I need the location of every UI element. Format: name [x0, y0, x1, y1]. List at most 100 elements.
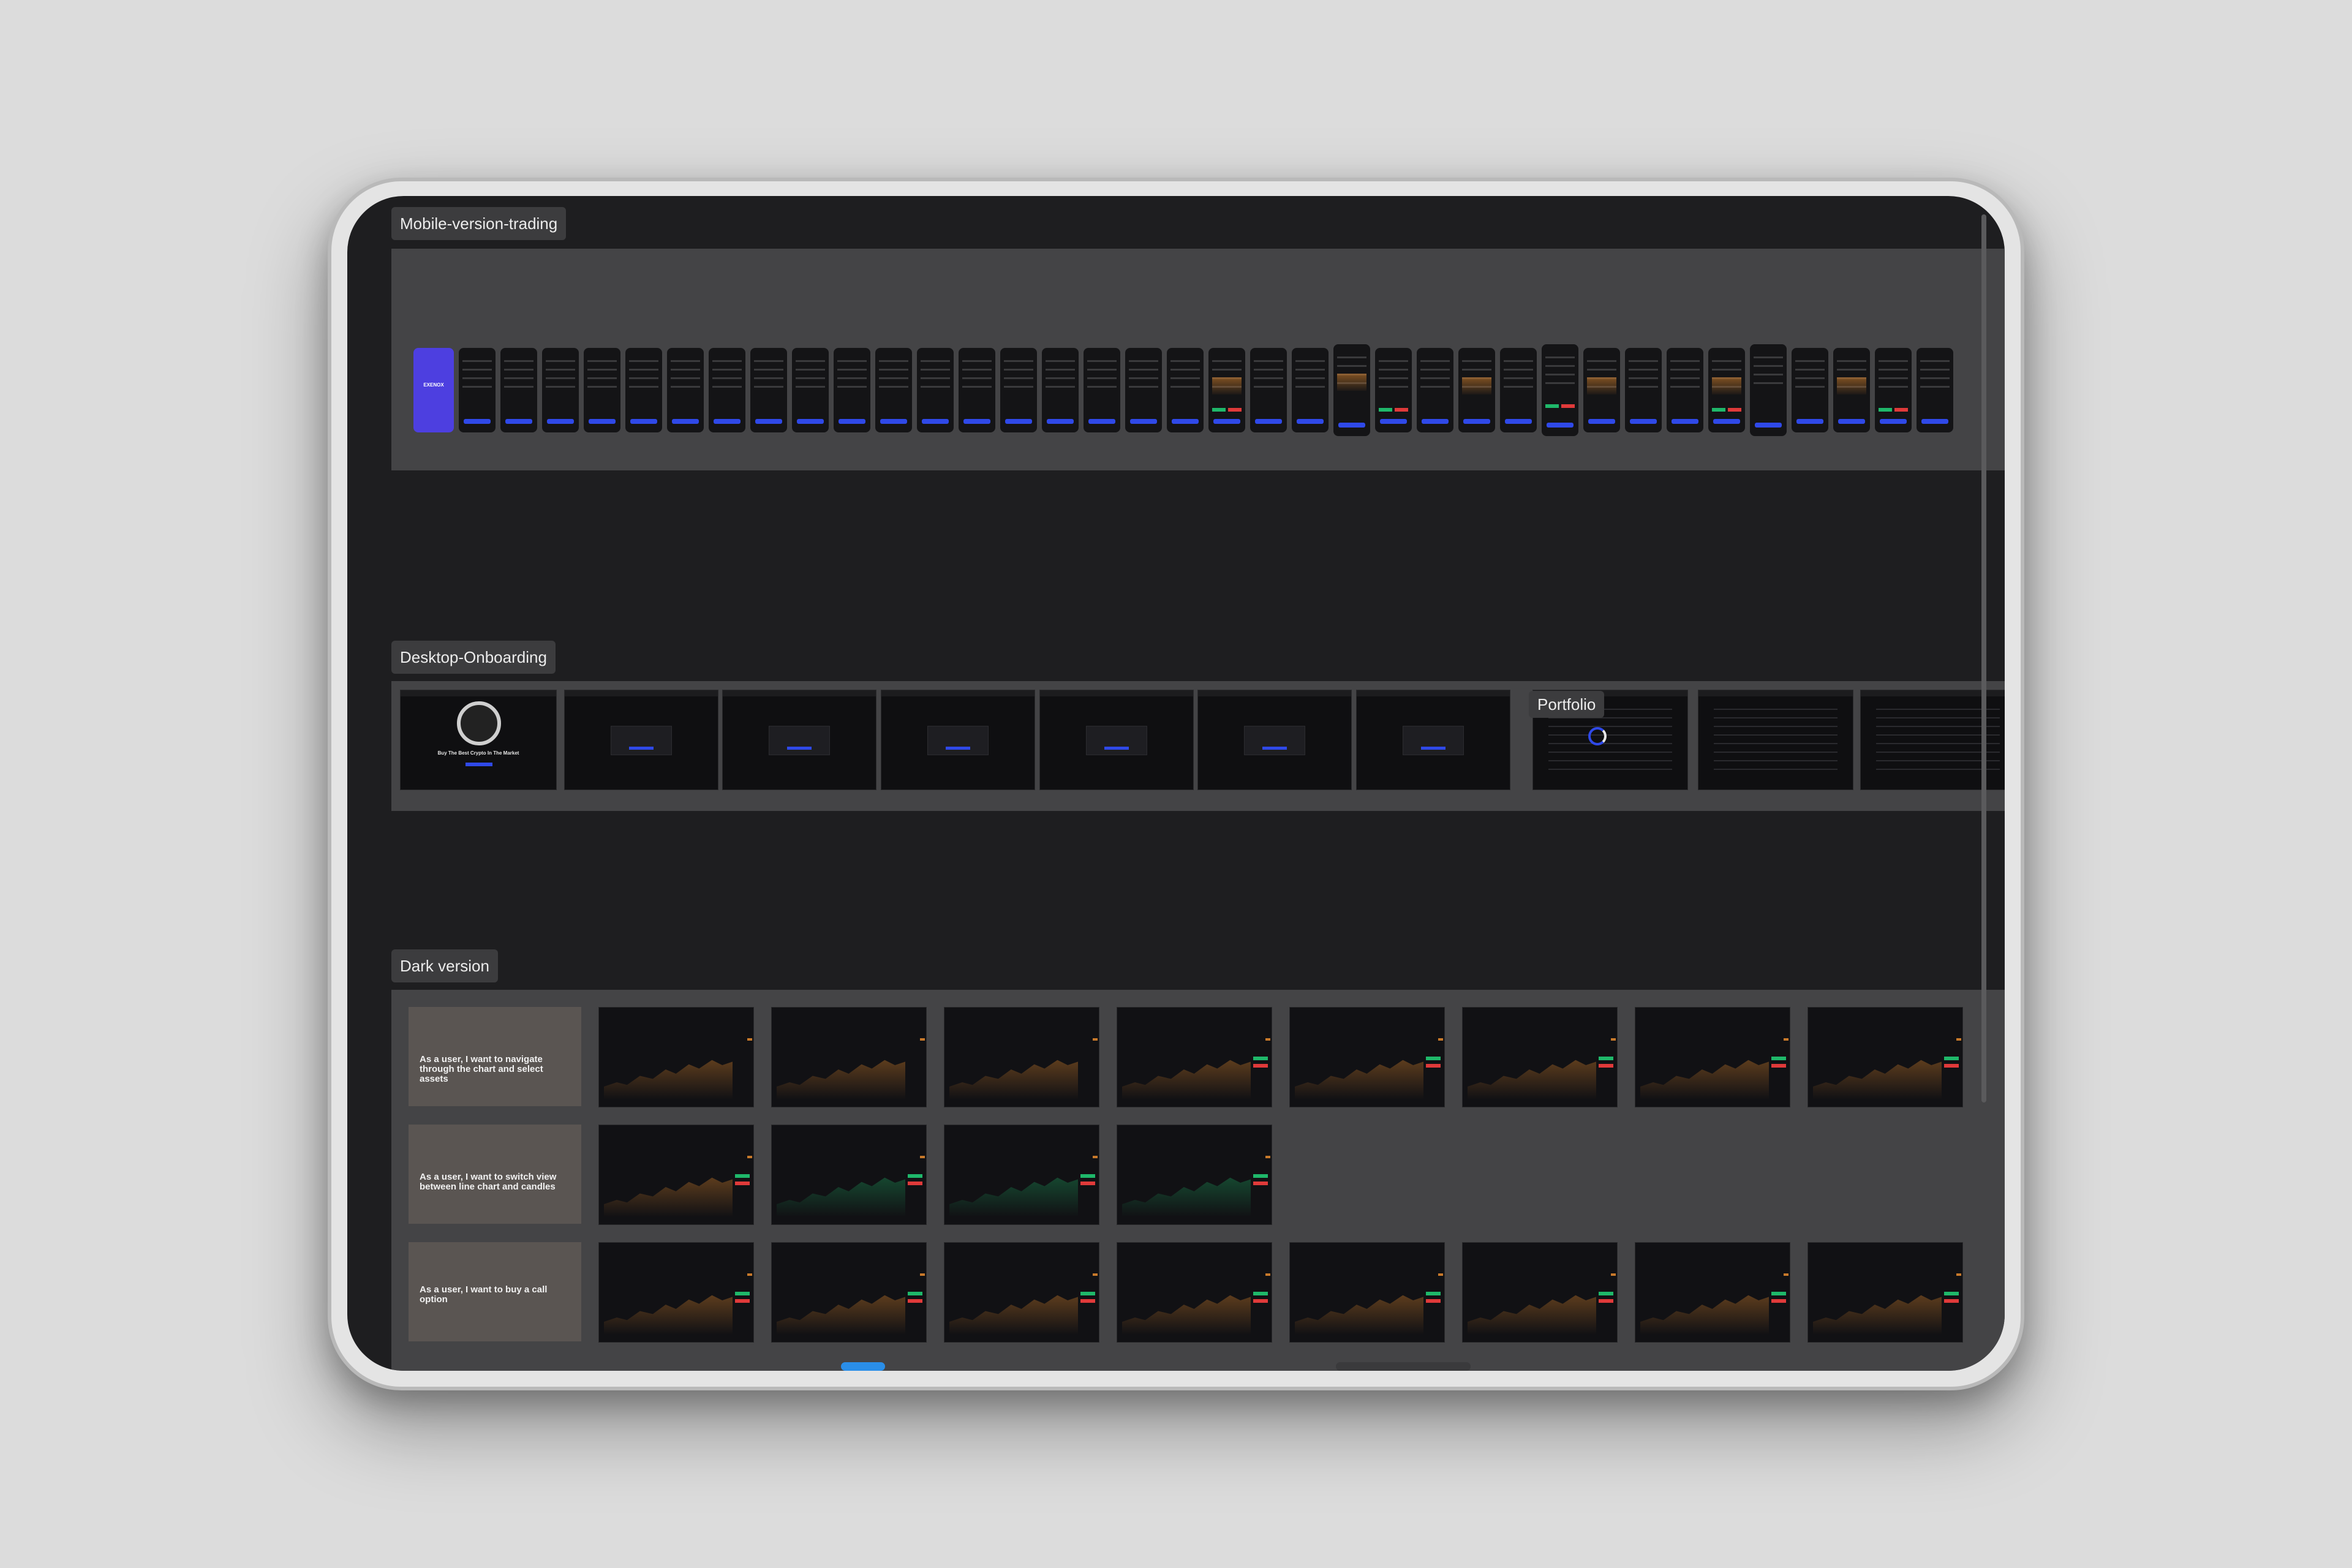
trading-chart-frame[interactable] [1635, 1007, 1790, 1107]
mobile-screen-thumbnail[interactable] [792, 348, 829, 432]
mobile-screen-thumbnail[interactable] [1833, 348, 1870, 432]
onboarding-step-frame[interactable] [722, 690, 876, 790]
mobile-screen-thumbnail[interactable] [1208, 348, 1245, 432]
chart-sell-button [1426, 1064, 1441, 1068]
thumbnail-line [1087, 386, 1117, 388]
mobile-screen-thumbnail[interactable] [750, 348, 787, 432]
trading-chart-frame[interactable] [598, 1007, 754, 1107]
mobile-screen-thumbnail[interactable] [1375, 348, 1412, 432]
onboarding-step-frame[interactable] [881, 690, 1035, 790]
mobile-screen-thumbnail[interactable] [1333, 344, 1370, 436]
trading-chart-frame[interactable] [598, 1125, 754, 1225]
section-label-mobile-version-trading[interactable]: Mobile-version-trading [391, 207, 567, 240]
mobile-screen-thumbnail[interactable] [1917, 348, 1953, 432]
onboarding-step-frame[interactable] [1356, 690, 1510, 790]
mobile-screen-thumbnail[interactable] [1250, 348, 1287, 432]
chart-buy-button [1426, 1292, 1441, 1295]
canvas-vertical-scrollbar[interactable] [1981, 214, 1986, 1102]
thumbnail-primary-button [547, 419, 574, 424]
onboarding-step-frame[interactable] [1197, 690, 1352, 790]
chart-sell-button [1771, 1064, 1786, 1068]
mobile-screen-thumbnail[interactable] [917, 348, 954, 432]
mobile-screen-thumbnail[interactable] [1625, 348, 1662, 432]
onboarding-step-frame[interactable] [1039, 690, 1194, 790]
design-canvas[interactable]: Mobile-version-trading EXENOX Desktop-On… [347, 196, 2005, 1371]
mobile-screen-thumbnail[interactable] [1458, 348, 1495, 432]
thumbnail-line [1295, 369, 1325, 371]
mobile-screen-thumbnail[interactable] [625, 348, 662, 432]
trading-chart-frame[interactable] [944, 1007, 1099, 1107]
portfolio-table-row [1714, 769, 1838, 770]
thumbnail-primary-button [1047, 419, 1074, 424]
trading-chart-frame[interactable] [1289, 1242, 1445, 1343]
onboarding-dialog [1244, 726, 1305, 755]
trading-chart-frame[interactable] [1807, 1242, 1963, 1343]
chart-sell-button [908, 1182, 922, 1185]
section-label-desktop-onboarding[interactable]: Desktop-Onboarding [391, 641, 556, 674]
mobile-screen-thumbnail[interactable] [542, 348, 579, 432]
trading-chart-frame[interactable] [771, 1007, 927, 1107]
frame-header [1198, 690, 1351, 696]
mobile-screen-thumbnail[interactable] [834, 348, 870, 432]
mobile-screen-thumbnail[interactable] [709, 348, 745, 432]
mobile-screen-thumbnail[interactable] [959, 348, 995, 432]
trading-chart-frame[interactable] [1117, 1007, 1272, 1107]
thumbnail-line [1462, 360, 1491, 362]
mobile-screen-thumbnail[interactable] [1500, 348, 1537, 432]
horizontal-scroll-thumb[interactable] [841, 1362, 885, 1371]
trading-chart-frame[interactable] [944, 1125, 1099, 1225]
trading-chart-frame[interactable] [1289, 1007, 1445, 1107]
mobile-screen-thumbnail[interactable] [1167, 348, 1204, 432]
thumbnail-primary-button [630, 419, 657, 424]
mobile-splash-screen[interactable]: EXENOX [413, 348, 454, 432]
mobile-screen-thumbnail[interactable] [1084, 348, 1120, 432]
mobile-screen-thumbnail[interactable] [1583, 348, 1620, 432]
thumbnail-line [629, 377, 658, 379]
thumbnail-primary-button [1422, 419, 1449, 424]
mobile-screen-thumbnail[interactable] [1000, 348, 1037, 432]
mobile-screen-thumbnail[interactable] [459, 348, 496, 432]
user-story-card[interactable]: As a user, I want to navigate through th… [409, 1007, 581, 1106]
trading-chart-frame[interactable] [1117, 1242, 1272, 1343]
user-story-card[interactable]: As a user, I want to buy a call option [409, 1242, 581, 1341]
mobile-screen-thumbnail[interactable] [667, 348, 704, 432]
mobile-screen-thumbnail[interactable] [875, 348, 912, 432]
mobile-screen-thumbnail[interactable] [1542, 344, 1578, 436]
trading-chart-frame[interactable] [1462, 1007, 1618, 1107]
onboarding-hero-frame[interactable]: Buy The Best Crypto In The Market [400, 690, 557, 790]
mobile-screen-thumbnail[interactable] [1125, 348, 1162, 432]
trading-chart-frame[interactable] [771, 1125, 927, 1225]
mobile-screen-thumbnail[interactable] [1292, 348, 1329, 432]
mobile-screen-thumbnail[interactable] [1708, 348, 1745, 432]
mobile-screen-thumbnail[interactable] [1792, 348, 1828, 432]
trading-chart-frame[interactable] [944, 1242, 1099, 1343]
chart-sell-button [1599, 1299, 1613, 1303]
mobile-screen-thumbnail[interactable] [500, 348, 537, 432]
thumbnail-chart [1212, 377, 1242, 394]
trading-chart-frame[interactable] [1462, 1242, 1618, 1343]
mobile-screen-thumbnail[interactable] [1750, 344, 1787, 436]
section-mobile-version-trading[interactable]: EXENOX [391, 249, 2005, 470]
user-story-card[interactable]: As a user, I want to switch view between… [409, 1125, 581, 1224]
trading-chart-frame[interactable] [771, 1242, 927, 1343]
mobile-screen-thumbnail[interactable] [1417, 348, 1453, 432]
chart-price-marker [1438, 1038, 1443, 1041]
mobile-screen-thumbnail[interactable] [1875, 348, 1912, 432]
onboarding-step-frame[interactable] [564, 690, 718, 790]
section-dark-version[interactable]: As a user, I want to navigate through th… [391, 990, 2005, 1371]
trading-chart-frame[interactable] [1807, 1007, 1963, 1107]
mobile-screen-thumbnail[interactable] [584, 348, 620, 432]
trading-chart-frame[interactable] [1635, 1242, 1790, 1343]
section-desktop-onboarding[interactable]: Buy The Best Crypto In The Market [391, 681, 2005, 811]
thumbnail-primary-button [1255, 419, 1282, 424]
thumbnail-line [1712, 360, 1741, 362]
section-label-portfolio[interactable]: Portfolio [1529, 691, 1605, 718]
trading-chart-frame[interactable] [1117, 1125, 1272, 1225]
onboarding-continue-button [629, 747, 654, 750]
portfolio-frame[interactable] [1698, 690, 1853, 790]
section-label-dark-version[interactable]: Dark version [391, 949, 498, 982]
mobile-screen-thumbnail[interactable] [1667, 348, 1703, 432]
mobile-screen-thumbnail[interactable] [1042, 348, 1079, 432]
onboarding-cta-button[interactable] [466, 763, 492, 766]
trading-chart-frame[interactable] [598, 1242, 754, 1343]
